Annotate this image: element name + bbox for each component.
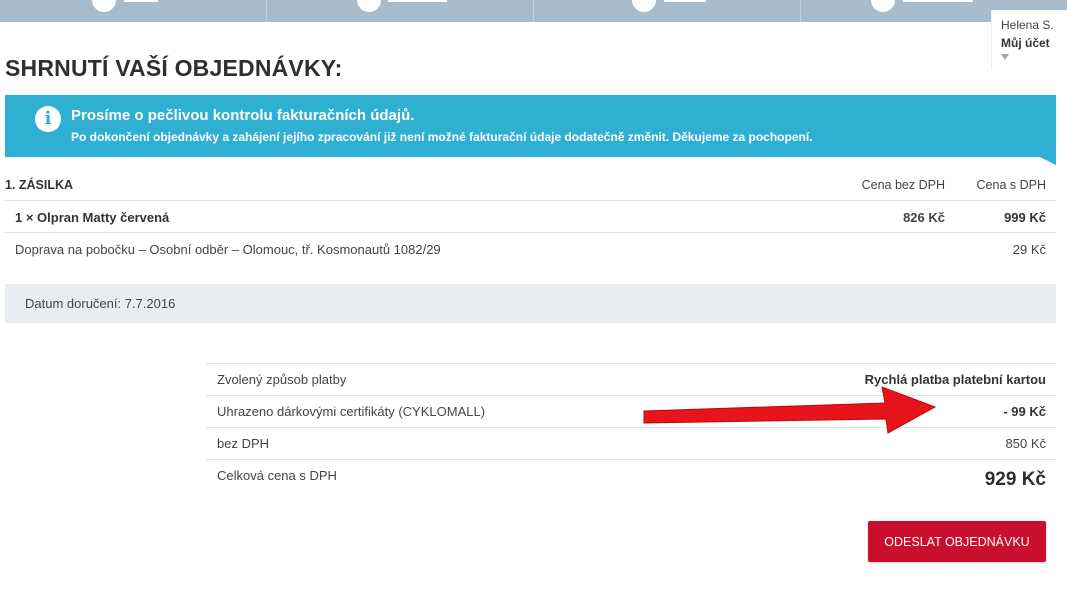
total-row: Celková cena s DPH 929 Kč: [206, 459, 1056, 499]
delivery-date: Datum doručení: 7.7.2016: [25, 296, 176, 311]
column-price-no-vat: Cena bez DPH: [861, 178, 945, 192]
checkout-step-2[interactable]: [267, 0, 534, 22]
total-label: Celková cena s DPH: [217, 468, 337, 483]
delivery-price: 29 Kč: [1012, 242, 1046, 257]
account-menu[interactable]: Helena S. Můj účet: [991, 10, 1067, 70]
voucher-value: - 99 Kč: [1003, 404, 1046, 419]
submit-order-button[interactable]: ODESLAT OBJEDNÁVKU: [868, 521, 1046, 562]
delivery-date-box: Datum doručení: 7.7.2016: [5, 284, 1056, 323]
info-icon: i: [35, 106, 61, 132]
item-price-vat: 999 Kč: [1004, 210, 1046, 225]
no-vat-label: bez DPH: [217, 436, 270, 451]
no-vat-value: 850 Kč: [1005, 436, 1046, 451]
shipment-header: 1. ZÁSILKA Cena bez DPH Cena s DPH: [5, 174, 1056, 201]
shipment-title: 1. ZÁSILKA: [5, 178, 74, 192]
summary-icon: [871, 0, 895, 12]
notice-tail: [1040, 157, 1056, 165]
checkout-step-1[interactable]: [0, 0, 267, 22]
voucher-label: Uhrazeno dárkovými certifikáty (CYKLOMAL…: [217, 404, 486, 419]
delivery-row: Doprava na pobočku – Osobní odběr – Olom…: [5, 233, 1056, 265]
table-row: 1 × Olpran Matty červená 826 Kč 999 Kč: [5, 201, 1056, 233]
total-value: 929 Kč: [984, 469, 1046, 490]
account-link[interactable]: Můj účet: [1001, 34, 1067, 52]
notice-title: Prosíme o pečlivou kontrolu fakturačních…: [71, 107, 415, 124]
chevron-down-icon[interactable]: [1001, 54, 1009, 60]
checkout-step-3[interactable]: [534, 0, 801, 22]
page-title: SHRNUTÍ VAŠÍ OBJEDNÁVKY:: [5, 55, 343, 81]
item-price-no-vat: 826 Kč: [903, 210, 945, 225]
item-name: 1 × Olpran Matty červená: [15, 210, 170, 225]
notice-text: Po dokončení objednávky a zahájení jejíh…: [71, 130, 813, 144]
cart-icon: [92, 0, 116, 12]
account-user-name: Helena S.: [1001, 18, 1054, 32]
annotation-arrow-icon: [643, 386, 937, 434]
delivery-icon: [357, 0, 381, 12]
document-icon: [632, 0, 656, 12]
delivery-label: Doprava na pobočku – Osobní odběr – Olom…: [15, 242, 441, 257]
column-price-vat: Cena s DPH: [976, 178, 1046, 192]
billing-notice: i Prosíme o pečlivou kontrolu fakturační…: [5, 95, 1056, 165]
payment-method-label: Zvolený způsob platby: [217, 372, 347, 387]
checkout-steps-bar: [0, 0, 1067, 22]
